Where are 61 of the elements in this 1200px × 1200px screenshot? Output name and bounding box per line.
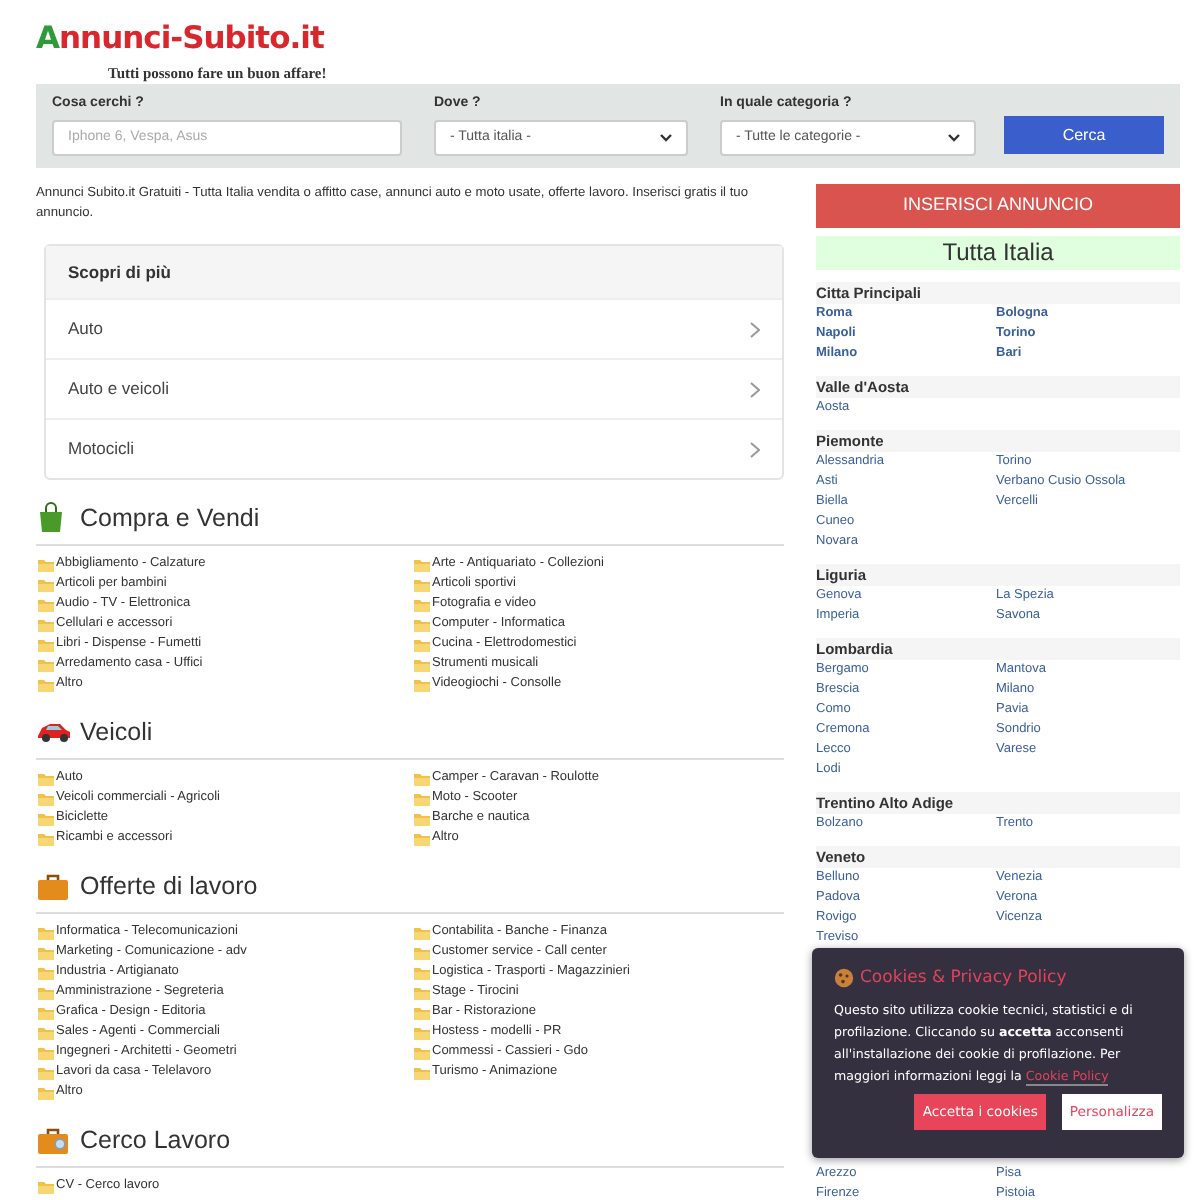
folder-icon	[414, 925, 430, 939]
folder-icon	[414, 965, 430, 979]
folder-icon	[38, 577, 54, 591]
folder-icon	[38, 945, 54, 959]
folder-icon	[38, 597, 54, 611]
folder-icon	[38, 1025, 54, 1039]
briefcase-icon	[36, 1124, 70, 1156]
folder-icon	[414, 771, 430, 785]
folder-icon	[414, 945, 430, 959]
folder-icon	[38, 965, 54, 979]
chevron-icon	[750, 441, 760, 457]
folder-icon	[414, 637, 430, 651]
folder-icon	[38, 1045, 54, 1059]
section-title: Veicoli	[80, 715, 153, 750]
folder-icon	[414, 657, 430, 671]
folder-icon	[38, 791, 54, 805]
list-item[interactable]: Motocicli	[46, 418, 782, 478]
folder-icon	[38, 831, 54, 845]
section-title: Cerco Lavoro	[80, 1123, 231, 1158]
chevron-icon	[750, 381, 760, 397]
search-button[interactable]: Cerca	[1004, 116, 1164, 154]
folder-icon	[414, 677, 430, 691]
folder-icon	[38, 657, 54, 671]
chevron-icon	[750, 321, 760, 337]
folder-icon	[414, 617, 430, 631]
folder-icon	[414, 811, 430, 825]
folder-icon	[38, 637, 54, 651]
folder-icon	[38, 557, 54, 571]
section-title: Compra e Vendi	[80, 501, 260, 536]
caret-icon	[660, 134, 672, 142]
list-item[interactable]: Auto e veicoli	[46, 358, 782, 418]
folder-icon	[414, 557, 430, 571]
cookie-icon	[834, 968, 854, 989]
folder-icon	[38, 811, 54, 825]
folder-icon	[414, 1005, 430, 1019]
cookie-title: Cookies & Privacy Policy	[860, 966, 1067, 992]
card-title: Scopri di più	[46, 246, 782, 298]
area-title: Tutta Italia	[816, 235, 1180, 270]
post-ad-button[interactable]: INSERISCI ANNUNCIO	[816, 183, 1180, 228]
folder-icon	[38, 677, 54, 691]
list-item[interactable]: Auto	[46, 298, 782, 358]
folder-icon	[414, 1025, 430, 1039]
caret-icon	[948, 134, 960, 142]
folder-icon	[414, 577, 430, 591]
folder-icon	[38, 925, 54, 939]
folder-icon	[414, 597, 430, 611]
folder-icon	[38, 1085, 54, 1099]
logo[interactable]: Annunci-Subito.it	[36, 24, 324, 55]
folder-icon	[414, 831, 430, 845]
section-title: Offerte di lavoro	[80, 869, 258, 904]
folder-icon	[414, 791, 430, 805]
folder-icon	[414, 1065, 430, 1079]
folder-icon	[38, 985, 54, 999]
briefcase-icon	[36, 870, 70, 902]
folder-icon	[38, 1005, 54, 1019]
folder-icon	[414, 985, 430, 999]
folder-icon	[38, 617, 54, 631]
folder-icon	[414, 1045, 430, 1059]
folder-icon	[38, 771, 54, 785]
folder-icon	[38, 1065, 54, 1079]
folder-icon	[38, 1179, 54, 1193]
